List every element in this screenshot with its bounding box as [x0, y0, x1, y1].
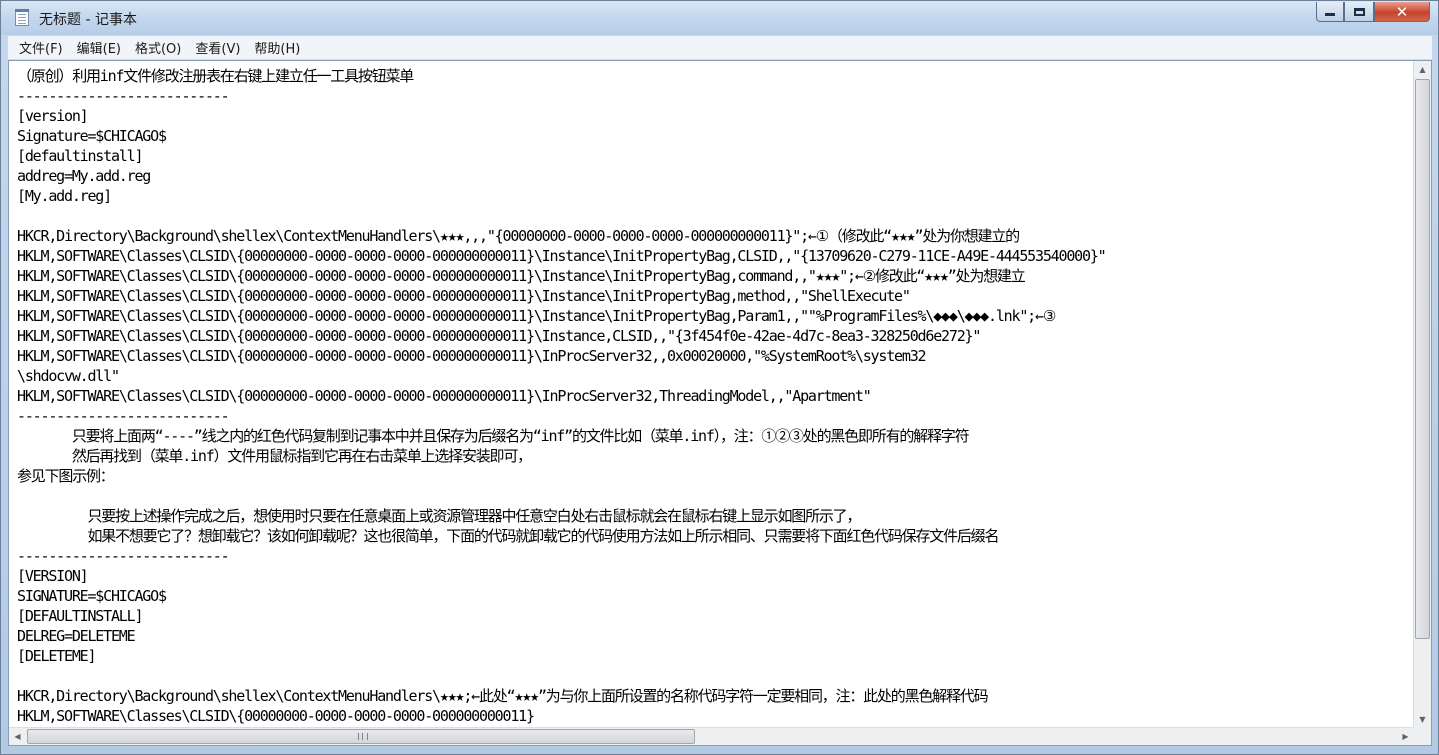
minimize-button[interactable]: [1316, 2, 1344, 22]
title-bar[interactable]: 无标题 - 记事本 ✕: [1, 1, 1438, 35]
vertical-scrollbar[interactable]: ▲ ▼: [1413, 61, 1431, 728]
scroll-up-icon[interactable]: ▲: [1414, 61, 1431, 78]
scroll-left-icon[interactable]: ◀: [9, 728, 26, 745]
text-line: HKLM,SOFTWARE\Classes\CLSID\{00000000-00…: [17, 287, 911, 305]
text-line: 然后再找到（菜单.inf）文件用鼠标指到它再在右击菜单上选择安装即可，: [17, 447, 532, 465]
text-line: HKLM,SOFTWARE\Classes\CLSID\{00000000-00…: [17, 387, 872, 405]
text-line: 参见下图示例：: [17, 467, 115, 485]
menu-format[interactable]: 格式(O): [128, 38, 188, 57]
text-line: [DELETEME]: [17, 647, 97, 665]
close-icon: ✕: [1395, 2, 1409, 21]
text-line: HKLM,SOFTWARE\Classes\CLSID\{00000000-00…: [17, 307, 1056, 325]
size-grip: [1413, 727, 1431, 745]
text-line: [17, 206, 1414, 226]
text-line: HKLM,SOFTWARE\Classes\CLSID\{00000000-00…: [17, 707, 535, 725]
text-line: [My.add.reg]: [17, 187, 112, 205]
text-line: HKLM,SOFTWARE\Classes\CLSID\{00000000-00…: [17, 267, 1026, 285]
text-line: [version]: [17, 107, 89, 125]
text-line: [DEFAULTINSTALL]: [17, 607, 143, 625]
text-line: HKLM,SOFTWARE\Classes\CLSID\{00000000-00…: [17, 327, 981, 345]
close-button[interactable]: ✕: [1374, 2, 1430, 22]
text-line: addreg=My.add.reg: [17, 167, 151, 185]
text-line: \shdocvw.dll": [17, 367, 120, 385]
editor: （原创）利用inf文件修改注册表在右键上建立任一工具按钮菜单 ----------…: [8, 60, 1432, 746]
text-line: [defaultinstall]: [17, 147, 143, 165]
scroll-down-icon[interactable]: ▼: [1414, 711, 1431, 728]
text-line: （原创）利用inf文件修改注册表在右键上建立任一工具按钮菜单: [17, 67, 414, 85]
text-area[interactable]: （原创）利用inf文件修改注册表在右键上建立任一工具按钮菜单 ----------…: [9, 61, 1414, 728]
maximize-icon: [1353, 7, 1365, 16]
text-line: DELREG=DELETEME: [17, 627, 136, 645]
vertical-scroll-thumb[interactable]: [1415, 79, 1430, 639]
text-line: ---------------------------: [17, 87, 230, 105]
text-line: 只要按上述操作完成之后，想使用时只要在任意桌面上或资源管理器中任意空白处右击鼠标…: [17, 507, 861, 525]
text-line: SIGNATURE=$CHICAGO$: [17, 587, 167, 605]
text-line: 只要将上面两“----”线之内的红色代码复制到记事本中并且保存为后缀名为“inf…: [17, 427, 970, 445]
text-line: [17, 486, 1414, 506]
menu-bar: 文件(F) 编辑(E) 格式(O) 查看(V) 帮助(H): [8, 36, 1432, 60]
menu-help[interactable]: 帮助(H): [247, 38, 307, 57]
text-line: HKCR,Directory\Background\shellex\Contex…: [17, 227, 1020, 245]
notepad-icon[interactable]: [15, 9, 29, 26]
minimize-icon: [1325, 13, 1335, 16]
text-line: HKCR,Directory\Background\shellex\Contex…: [17, 687, 989, 705]
scroll-right-icon[interactable]: ▶: [1397, 728, 1414, 745]
text-line: ---------------------------: [17, 407, 230, 425]
text-line: Signature=$CHICAGO$: [17, 127, 167, 145]
text-line: HKLM,SOFTWARE\Classes\CLSID\{00000000-00…: [17, 247, 1107, 265]
text-line: ---------------------------: [17, 547, 230, 565]
horizontal-scroll-thumb[interactable]: [27, 729, 695, 744]
horizontal-scrollbar[interactable]: ◀ ▶: [9, 727, 1414, 745]
text-line: [17, 666, 1414, 686]
maximize-button[interactable]: [1344, 2, 1374, 22]
text-line: [VERSION]: [17, 567, 89, 585]
menu-file[interactable]: 文件(F): [8, 38, 70, 57]
text-line: 如果不想要它了？想卸载它？该如何卸载呢？这也很简单，下面的代码就卸载它的代码使用…: [17, 527, 999, 545]
text-line: HKLM,SOFTWARE\Classes\CLSID\{00000000-00…: [17, 347, 927, 365]
notepad-window: 无标题 - 记事本 ✕ 文件(F) 编辑(E) 格式(O) 查看(V) 帮助(H…: [0, 0, 1439, 755]
menu-view[interactable]: 查看(V): [188, 38, 247, 57]
window-title: 无标题 - 记事本: [39, 12, 137, 28]
grip-icon: [358, 733, 368, 740]
menu-edit[interactable]: 编辑(E): [70, 38, 128, 57]
